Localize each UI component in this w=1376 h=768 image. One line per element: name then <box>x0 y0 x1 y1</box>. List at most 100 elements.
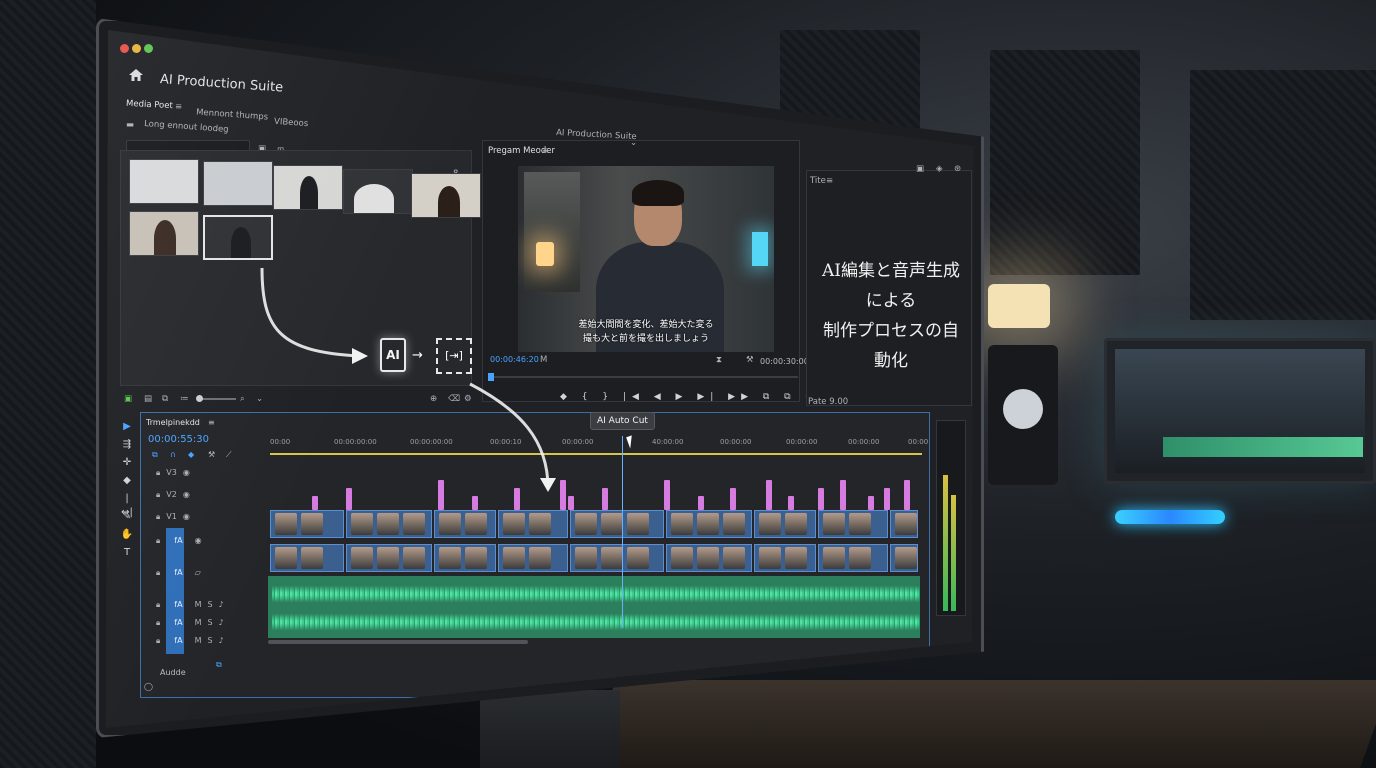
video-clip[interactable] <box>890 544 918 572</box>
mute-icon[interactable]: M <box>195 600 202 609</box>
video-clip[interactable] <box>890 510 918 538</box>
clip-marker[interactable] <box>568 496 574 510</box>
video-track-main[interactable] <box>268 542 924 576</box>
share-icon[interactable]: ⊛ <box>954 164 961 174</box>
video-clip[interactable] <box>434 544 496 572</box>
lock-icon[interactable]: 🔒︎ <box>156 536 160 545</box>
lock-icon[interactable]: 🔒︎ <box>156 600 160 609</box>
freeform-view-icon[interactable]: ⧉ <box>162 394 168 404</box>
timeline-scrollbar[interactable] <box>268 640 528 644</box>
hand-tool-icon[interactable]: ✋ <box>120 528 134 542</box>
video-clip[interactable] <box>346 544 432 572</box>
search-bin-icon[interactable]: ⌕ <box>240 394 245 404</box>
title-menu-icon[interactable]: ≡ <box>826 176 833 186</box>
maximize-window-button[interactable] <box>144 44 153 53</box>
monitor-scrubber[interactable] <box>488 373 798 381</box>
mute-icon[interactable]: M <box>195 636 202 645</box>
clip-marker[interactable] <box>664 480 670 510</box>
media-thumbnail[interactable] <box>203 161 273 206</box>
video-clip[interactable] <box>434 510 496 538</box>
media-thumbnail[interactable] <box>129 159 199 204</box>
lock-icon[interactable]: 🔒︎ <box>156 490 160 499</box>
icon-view-icon[interactable]: ▤ <box>144 394 152 404</box>
minimize-window-button[interactable] <box>132 44 141 53</box>
clip-marker[interactable] <box>438 480 444 510</box>
video-clip[interactable] <box>818 510 888 538</box>
media-thumbnail[interactable] <box>411 173 481 218</box>
folder-icon[interactable]: ▬ <box>126 120 134 130</box>
playhead-timecode[interactable]: 00:00:46:20 <box>490 355 539 364</box>
video-clip[interactable] <box>666 510 752 538</box>
snap-icon[interactable]: ⧉ <box>152 450 158 460</box>
timeline-menu-icon[interactable]: ≡ <box>208 418 215 427</box>
sync-lock-icon[interactable]: ⧉ <box>216 660 222 670</box>
selection-tool-icon[interactable]: ▶ <box>120 420 134 434</box>
mic-icon[interactable]: ♪ <box>219 600 224 609</box>
new-item-icon[interactable]: ⊕ <box>430 394 437 404</box>
video-clip[interactable] <box>570 544 664 572</box>
clip-marker[interactable] <box>312 496 318 510</box>
export-frame-icon[interactable]: ▣ <box>916 164 924 174</box>
eye-icon[interactable]: ◉ <box>183 490 190 499</box>
media-thumbnail[interactable] <box>343 169 413 214</box>
mute-icon[interactable]: M <box>195 618 202 627</box>
overlay-title-text[interactable]: AI編集と音声生成による 制作プロセスの自動化 <box>816 256 966 376</box>
mic-icon[interactable]: ♪ <box>219 618 224 627</box>
video-clip[interactable] <box>498 510 568 538</box>
ripple-edit-tool-icon[interactable]: ✛ <box>120 456 134 470</box>
link-icon[interactable]: ∩ <box>170 450 176 459</box>
wrench-icon[interactable]: ⚒ <box>746 355 754 365</box>
clip-marker[interactable] <box>560 480 566 510</box>
lock-icon[interactable]: 🔒︎ <box>156 636 160 645</box>
slip-tool-icon[interactable]: |↔| <box>120 492 134 518</box>
video-clip[interactable] <box>498 544 568 572</box>
transport-controls[interactable]: ◆ { } |◀ ◀ ▶ ▶| ▶▶ ⧉ ⧉ ⇥ <box>560 392 819 402</box>
clip-marker[interactable] <box>818 488 824 510</box>
chevron-down-icon[interactable]: ⌄ <box>630 138 637 148</box>
clip-marker[interactable] <box>514 488 520 510</box>
clip-marker[interactable] <box>730 488 736 510</box>
quality-icon[interactable]: ⧗ <box>716 355 722 365</box>
fx-icon[interactable]: ▱ <box>195 568 201 577</box>
video-clip[interactable] <box>754 544 816 572</box>
zoom-icon[interactable]: ◯ <box>144 682 153 691</box>
home-icon[interactable] <box>128 68 144 82</box>
solo-icon[interactable]: S <box>207 636 212 645</box>
razor-tool-icon[interactable]: ◆ <box>120 474 134 488</box>
clip-marker[interactable] <box>766 480 772 510</box>
video-clip[interactable] <box>570 510 664 538</box>
eye-icon[interactable]: ◉ <box>183 468 190 477</box>
clip-marker[interactable] <box>868 496 874 510</box>
list-view-icon[interactable]: ▣ <box>124 394 132 404</box>
video-clip[interactable] <box>666 544 752 572</box>
solo-icon[interactable]: S <box>207 600 212 609</box>
solo-icon[interactable]: S <box>207 618 212 627</box>
eye-icon[interactable]: ◉ <box>195 536 202 545</box>
video-clip[interactable] <box>346 510 432 538</box>
timeline-timecode[interactable]: 00:00:55:30 <box>148 434 209 445</box>
media-thumbnail[interactable] <box>129 211 199 256</box>
zoom-slider[interactable] <box>196 395 236 402</box>
trash-icon[interactable]: ⌫ <box>448 394 460 404</box>
close-window-button[interactable] <box>120 44 129 53</box>
clip-marker[interactable] <box>472 496 478 510</box>
timeline-sequence-name[interactable]: Trmelpinekdd <box>146 418 200 427</box>
lock-icon[interactable]: 🔒︎ <box>156 568 160 577</box>
video-clip[interactable] <box>270 544 344 572</box>
track-select-tool-icon[interactable]: ⇶ <box>120 438 134 452</box>
timeline-playhead[interactable] <box>622 436 623 628</box>
lock-icon[interactable]: 🔒︎ <box>156 512 160 521</box>
clip-marker[interactable] <box>840 480 846 510</box>
monitor-menu-icon[interactable]: ≡ <box>542 146 549 156</box>
video-clip[interactable] <box>270 510 344 538</box>
sort-icon[interactable]: ≔ <box>180 394 189 404</box>
clip-marker[interactable] <box>884 488 890 510</box>
settings-icon[interactable]: ◈ <box>936 164 943 174</box>
panel-settings-icon[interactable]: ⚙ <box>464 394 472 404</box>
wrench-icon[interactable]: ⚒ <box>208 450 215 459</box>
clip-marker[interactable] <box>788 496 794 510</box>
timeline-ruler[interactable]: 00:00 00:00:00:00 00:00:00:00 00:00:10 0… <box>268 434 928 448</box>
video-clip[interactable] <box>818 544 888 572</box>
work-area-bar[interactable] <box>270 453 922 455</box>
clip-marker[interactable] <box>602 488 608 510</box>
